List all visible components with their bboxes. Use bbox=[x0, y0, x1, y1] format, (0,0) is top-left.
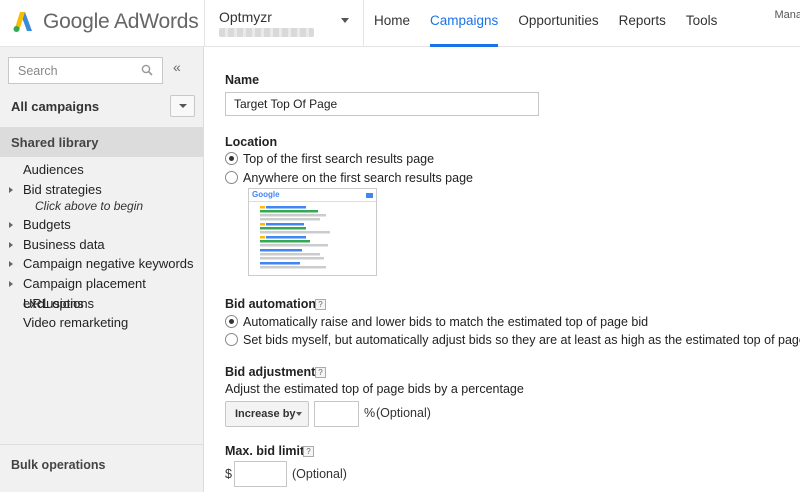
library-item-url-options[interactable]: URL options bbox=[0, 294, 203, 314]
bid-adjustment-description: Adjust the estimated top of page bids by… bbox=[225, 382, 524, 396]
bid-automation-radio-manual[interactable] bbox=[225, 333, 238, 346]
expand-triangle-icon bbox=[9, 186, 13, 193]
library-item-audiences[interactable]: Audiences bbox=[0, 160, 203, 180]
adwords-logo[interactable]: Google AdWords bbox=[11, 9, 199, 35]
library-item-video-remarketing[interactable]: Video remarketing bbox=[0, 313, 203, 333]
nav-opportunities[interactable]: Opportunities bbox=[508, 0, 608, 47]
adwords-logo-icon bbox=[13, 12, 32, 32]
search-icon[interactable] bbox=[141, 64, 153, 76]
library-item-budgets[interactable]: Budgets bbox=[0, 215, 203, 235]
library-item-campaign-placement-exclusions[interactable]: Campaign placement exclusions bbox=[0, 274, 203, 311]
preview-search-button bbox=[366, 193, 373, 198]
chevron-down-icon bbox=[296, 412, 302, 416]
search-results-preview-image: Google bbox=[248, 188, 377, 276]
library-item-bid-strategies[interactable]: Bid strategies bbox=[0, 180, 203, 200]
nav-home[interactable]: Home bbox=[364, 0, 420, 47]
bid-adjustment-percent-unit: % bbox=[364, 406, 376, 420]
account-selector[interactable]: Optmyzr bbox=[204, 0, 364, 47]
name-field[interactable] bbox=[225, 92, 539, 116]
location-radio-top[interactable] bbox=[225, 152, 238, 165]
all-campaigns-dropdown-button[interactable] bbox=[170, 95, 195, 117]
sidebar: « All campaigns Shared library Audiences… bbox=[0, 47, 204, 492]
bid-automation-label: Bid automation bbox=[225, 297, 316, 311]
bid-automation-option-manual-label: Set bids myself, but automatically adjus… bbox=[243, 333, 800, 347]
library-item-label: Campaign negative keywords bbox=[23, 256, 194, 272]
max-bid-limit-optional-hint: (Optional) bbox=[292, 467, 347, 481]
library-item-campaign-negative-keywords[interactable]: Campaign negative keywords bbox=[0, 254, 203, 274]
max-bid-limit-input[interactable] bbox=[234, 461, 287, 487]
expand-triangle-icon bbox=[9, 261, 13, 268]
expand-triangle-icon bbox=[9, 222, 13, 229]
chevron-down-icon bbox=[341, 18, 349, 23]
max-bid-limit-label: Max. bid limit bbox=[225, 444, 305, 458]
name-label: Name bbox=[225, 73, 260, 87]
library-item-label: Audiences bbox=[23, 162, 84, 177]
library-item-label: Bid strategies bbox=[23, 181, 102, 197]
bid-adjustment-optional-hint: (Optional) bbox=[376, 406, 431, 420]
preview-google-logo: Google bbox=[252, 190, 280, 199]
bid-automation-option-auto-label: Automatically raise and lower bids to ma… bbox=[243, 315, 649, 329]
product-name: Google AdWords bbox=[43, 10, 199, 33]
library-item-label: URL options bbox=[23, 295, 95, 311]
all-campaigns-link[interactable]: All campaigns bbox=[11, 99, 99, 114]
library-item-label: Video remarketing bbox=[23, 315, 129, 331]
shared-library-list: Audiences Bid strategies Click above to … bbox=[0, 160, 203, 333]
bid-automation-radio-auto[interactable] bbox=[225, 315, 238, 328]
main-nav: Home Campaigns Opportunities Reports Too… bbox=[364, 0, 727, 47]
max-bid-limit-help-icon[interactable]: ? bbox=[303, 446, 314, 457]
bid-strategy-form: Name Location Top of the first search re… bbox=[204, 47, 800, 492]
collapse-sidebar-icon[interactable]: « bbox=[173, 59, 181, 75]
bid-automation-help-icon[interactable]: ? bbox=[315, 299, 326, 310]
nav-tools[interactable]: Tools bbox=[676, 0, 728, 47]
library-item-label: Business data bbox=[23, 236, 105, 252]
nav-campaigns[interactable]: Campaigns bbox=[420, 0, 508, 47]
library-item-label: Budgets bbox=[23, 217, 71, 233]
top-bar: Google AdWords Optmyzr Home Campaigns Op… bbox=[0, 0, 800, 47]
preview-results-lines bbox=[260, 206, 330, 269]
manager-link-truncated[interactable]: Mana bbox=[774, 9, 800, 21]
expand-triangle-icon bbox=[9, 280, 13, 287]
library-item-business-data[interactable]: Business data bbox=[0, 235, 203, 255]
location-label: Location bbox=[225, 135, 278, 149]
expand-triangle-icon bbox=[9, 241, 13, 248]
search-box bbox=[8, 57, 163, 84]
bid-adjustment-help-icon[interactable]: ? bbox=[315, 367, 326, 378]
bid-adjustment-label: Bid adjustment bbox=[225, 365, 316, 379]
location-option-anywhere-label: Anywhere on the first search results pag… bbox=[243, 171, 473, 185]
search-input[interactable] bbox=[9, 58, 139, 83]
bulk-operations-link[interactable]: Bulk operations bbox=[11, 458, 105, 472]
account-name: Optmyzr bbox=[219, 9, 272, 25]
max-bid-currency-symbol: $ bbox=[225, 467, 232, 481]
bid-adjustment-mode-dropdown[interactable]: Increase by bbox=[225, 401, 309, 427]
bulk-operations-section: Bulk operations bbox=[0, 444, 203, 492]
location-option-top-label: Top of the first search results page bbox=[243, 152, 435, 166]
location-radio-anywhere[interactable] bbox=[225, 171, 238, 184]
nav-reports[interactable]: Reports bbox=[609, 0, 676, 47]
bid-adjustment-percent-input[interactable] bbox=[314, 401, 359, 427]
shared-library-header[interactable]: Shared library bbox=[0, 127, 203, 157]
bid-strategies-hint: Click above to begin bbox=[35, 199, 144, 214]
account-id-redacted bbox=[219, 28, 314, 37]
bid-adjustment-mode-label: Increase by bbox=[235, 408, 296, 420]
shared-library-label: Shared library bbox=[11, 135, 99, 150]
